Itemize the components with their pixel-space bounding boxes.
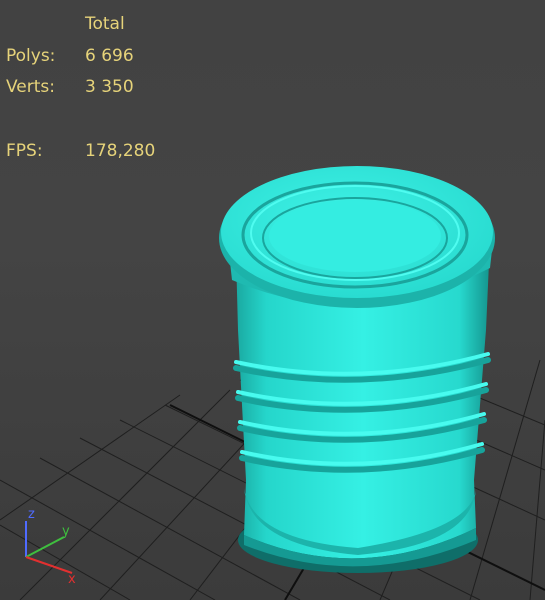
tin-can-model xyxy=(219,166,495,573)
axis-tripod-icon: z y x xyxy=(25,507,76,585)
verts-value: 3 350 xyxy=(85,77,134,97)
fps-label: FPS: xyxy=(6,141,43,161)
polys-label: Polys: xyxy=(6,46,56,66)
3d-viewport[interactable]: Total Polys: 6 696 Verts: 3 350 FPS: 178… xyxy=(0,0,545,600)
axis-tripod: z y x xyxy=(12,505,87,585)
polys-value: 6 696 xyxy=(85,46,134,66)
y-axis-label: y xyxy=(62,524,70,539)
fps-value: 178,280 xyxy=(85,141,156,161)
verts-label: Verts: xyxy=(6,77,56,97)
x-axis-line xyxy=(25,556,73,574)
x-axis-label: x xyxy=(68,572,76,585)
z-axis-label: z xyxy=(28,507,35,522)
y-axis-line xyxy=(25,536,65,558)
stats-header: Total xyxy=(85,14,125,34)
